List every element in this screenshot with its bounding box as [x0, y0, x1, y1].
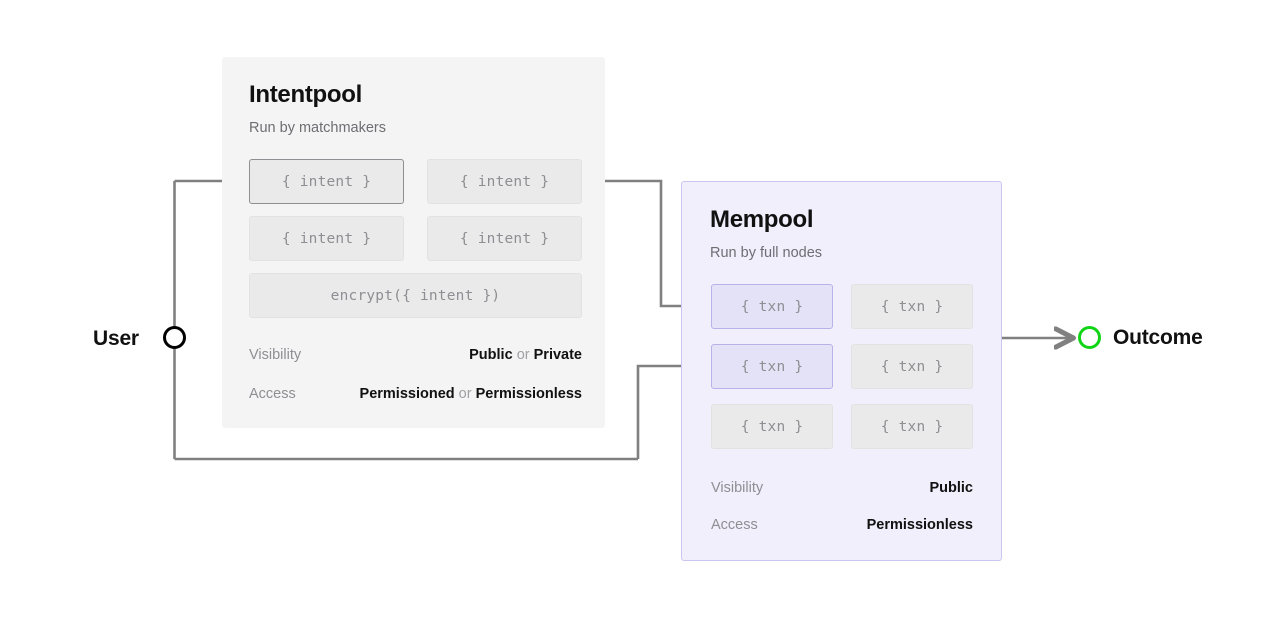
mempool-access-label: Access	[711, 517, 758, 533]
intentpool-visibility-values: Public or Private	[469, 348, 582, 363]
intentpool-access-value-a: Permissioned	[359, 386, 455, 402]
txn-chip-1[interactable]: { txn }	[711, 284, 833, 329]
intentpool-access-conjunction: or	[458, 386, 472, 402]
intent-chip-3[interactable]: { intent }	[249, 216, 404, 261]
intentpool-access-row: Access Permissioned or Permissionless	[249, 387, 582, 402]
user-label: User	[93, 327, 139, 350]
intentpool-subtitle: Run by matchmakers	[249, 120, 386, 136]
mempool-visibility-label: Visibility	[711, 480, 764, 496]
intentpool-access-value-b: Permissionless	[475, 386, 582, 402]
txn-chip-6[interactable]: { txn }	[851, 404, 973, 449]
intentpool-visibility-value-b: Private	[533, 347, 582, 363]
intentpool-access-values: Permissioned or Permissionless	[360, 387, 582, 402]
user-node-icon	[163, 326, 186, 349]
outcome-label: Outcome	[1113, 326, 1203, 349]
intent-chip-1[interactable]: { intent }	[249, 159, 404, 204]
mempool-access-value: Permissionless	[866, 517, 973, 533]
mempool-title: Mempool	[710, 206, 814, 233]
connector-wires	[173, 0, 1265, 461]
intent-chip-2[interactable]: { intent }	[427, 159, 582, 204]
intentpool-title: Intentpool	[249, 81, 362, 108]
intentpool-visibility-conjunction: or	[516, 347, 530, 363]
intentpool-visibility-value-a: Public	[469, 347, 513, 363]
txn-chip-3[interactable]: { txn }	[711, 344, 833, 389]
txn-chip-2[interactable]: { txn }	[851, 284, 973, 329]
intentpool-access-label: Access	[249, 386, 296, 402]
intent-chip-4[interactable]: { intent }	[427, 216, 582, 261]
diagram-canvas: Intentpool Run by matchmakers { intent }…	[0, 0, 1265, 633]
intentpool-visibility-row: Visibility Public or Private	[249, 348, 582, 363]
mempool-visibility-value: Public	[929, 480, 973, 496]
txn-chip-5[interactable]: { txn }	[711, 404, 833, 449]
mempool-visibility-row: Visibility Public	[711, 481, 973, 496]
intent-chip-encrypted[interactable]: encrypt({ intent })	[249, 273, 582, 318]
mempool-access-row: Access Permissionless	[711, 518, 973, 533]
intentpool-visibility-label: Visibility	[249, 347, 302, 363]
mempool-subtitle: Run by full nodes	[710, 245, 823, 261]
txn-chip-4[interactable]: { txn }	[851, 344, 973, 389]
outcome-node-icon	[1078, 326, 1101, 349]
